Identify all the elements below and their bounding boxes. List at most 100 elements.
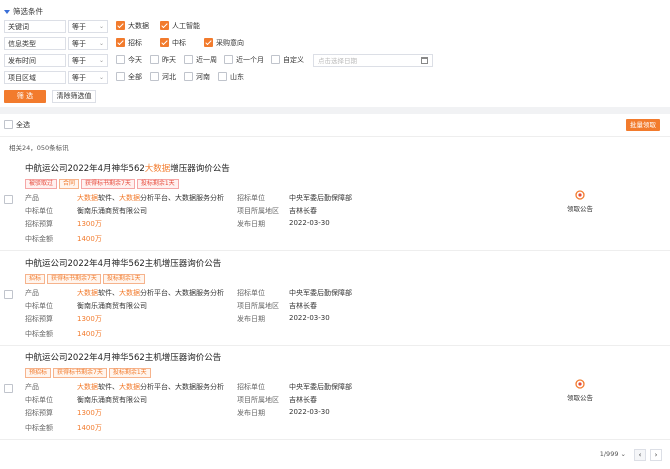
field-select-region[interactable]: 项目区域 bbox=[4, 71, 66, 84]
claim-button[interactable]: 领取公告 bbox=[562, 379, 598, 402]
clear-filter-button[interactable]: 清除筛选值 bbox=[52, 90, 96, 103]
checkbox[interactable] bbox=[184, 71, 193, 81]
operator-label: 等于 bbox=[72, 23, 86, 31]
item-title[interactable]: 中航运公司2022年4月神华562主机增压器询价公告 bbox=[25, 351, 221, 363]
checkbox-checked[interactable] bbox=[116, 37, 125, 47]
checkbox[interactable] bbox=[116, 54, 125, 64]
option-label: 今天 bbox=[128, 56, 142, 64]
operator-select[interactable]: 等于 ⌄ bbox=[68, 37, 108, 50]
date-label: 发布日期 bbox=[237, 315, 265, 323]
option-ai[interactable]: 人工智能 bbox=[160, 20, 200, 32]
tag: 获得标书剩余7天 bbox=[53, 368, 107, 378]
option-last-month[interactable]: 近一个月 bbox=[224, 54, 264, 66]
option-purchase-intent[interactable]: 采购意向 bbox=[204, 37, 244, 49]
region-value: 吉林长春 bbox=[289, 207, 317, 215]
product-label: 产品 bbox=[25, 383, 39, 391]
page-indicator[interactable]: 1/999 ⌄ bbox=[600, 450, 626, 458]
checkbox[interactable] bbox=[224, 54, 233, 64]
item-title[interactable]: 中航运公司2022年4月神华562主机增压器询价公告 bbox=[25, 257, 221, 269]
unit-value: 中央军委后勤保障部 bbox=[289, 383, 352, 391]
budget-value: 1300万 bbox=[77, 220, 102, 228]
option-won[interactable]: 中标 bbox=[160, 37, 186, 49]
divider bbox=[0, 345, 670, 346]
option-label: 人工智能 bbox=[172, 22, 200, 30]
operator-select[interactable]: 等于 ⌄ bbox=[68, 20, 108, 33]
winner-label: 中标单位 bbox=[25, 207, 53, 215]
option-label: 昨天 bbox=[162, 56, 176, 64]
option-today[interactable]: 今天 bbox=[116, 54, 142, 66]
option-hebei[interactable]: 河北 bbox=[150, 71, 176, 83]
filter-submit-button[interactable]: 筛 选 bbox=[4, 90, 46, 103]
claim-button[interactable]: 领取公告 bbox=[562, 190, 598, 213]
highlight: 大数据 bbox=[119, 383, 140, 391]
product-value: 大数据软件、大数据分析平台、大数据服务分析 bbox=[77, 193, 224, 203]
field-select-publish-time[interactable]: 发布时间 bbox=[4, 54, 66, 67]
chevron-down-icon: ⌄ bbox=[98, 74, 104, 81]
highlight: 大数据 bbox=[119, 194, 140, 202]
operator-label: 等于 bbox=[72, 40, 86, 48]
field-select-keyword[interactable]: 关键词 bbox=[4, 20, 66, 33]
amount-value: 1400万 bbox=[77, 330, 102, 338]
operator-label: 等于 bbox=[72, 74, 86, 82]
tag: 预招标 bbox=[25, 368, 52, 378]
budget-value: 1300万 bbox=[77, 409, 102, 417]
checkbox[interactable] bbox=[184, 54, 193, 64]
claim-label: 领取公告 bbox=[567, 394, 593, 402]
product-label: 产品 bbox=[25, 194, 39, 202]
winner-label: 中标单位 bbox=[25, 302, 53, 310]
option-big-data[interactable]: 大数据 bbox=[116, 20, 149, 32]
region-label: 项目所属地区 bbox=[237, 207, 279, 215]
batch-claim-button[interactable]: 批量领取 bbox=[626, 119, 660, 131]
option-custom[interactable]: 自定义 bbox=[271, 54, 304, 66]
option-yesterday[interactable]: 昨天 bbox=[150, 54, 176, 66]
title-text: 增压器询价公告 bbox=[170, 164, 230, 174]
budget-label: 招标预算 bbox=[25, 220, 53, 228]
unit-value: 中央军委后勤保障部 bbox=[289, 194, 352, 202]
tag-list: 预招标 获得标书剩余7天 投标剩余1天 bbox=[25, 368, 153, 379]
highlight: 大数据 bbox=[119, 289, 140, 297]
checkbox[interactable] bbox=[150, 54, 159, 64]
operator-select[interactable]: 等于 ⌄ bbox=[68, 54, 108, 67]
region-label: 项目所属地区 bbox=[237, 302, 279, 310]
checkbox[interactable] bbox=[271, 54, 280, 64]
option-last-week[interactable]: 近一周 bbox=[184, 54, 217, 66]
row-checkbox[interactable] bbox=[4, 195, 13, 204]
amount-label: 中标金额 bbox=[25, 330, 53, 338]
checkbox[interactable] bbox=[4, 119, 13, 129]
result-item[interactable]: 中航运公司2022年4月神华562主机增压器询价公告 招标 获得标书剩余7天 投标剩… bbox=[0, 257, 670, 345]
next-page-button[interactable]: › bbox=[650, 449, 662, 461]
option-label: 大数据 bbox=[128, 22, 149, 30]
option-all[interactable]: 全部 bbox=[116, 71, 142, 83]
text: 分析平台、大数据服务分析 bbox=[140, 194, 224, 202]
option-shandong[interactable]: 山东 bbox=[218, 71, 244, 83]
checkbox-checked[interactable] bbox=[116, 20, 125, 30]
checkbox-checked[interactable] bbox=[160, 37, 169, 47]
text: 软件、 bbox=[98, 194, 119, 202]
filter-toggle[interactable]: 筛选条件 bbox=[4, 6, 43, 17]
product-value: 大数据软件、大数据分析平台、大数据服务分析 bbox=[77, 382, 224, 392]
checkbox[interactable] bbox=[150, 71, 159, 81]
date-value: 2022-03-30 bbox=[289, 314, 330, 322]
select-all[interactable]: 全选 bbox=[4, 119, 30, 130]
result-item[interactable]: 中航运公司2022年4月神华562大数据增压器询价公告 被驳取过 合同 获得标书剩余… bbox=[0, 162, 670, 250]
row-checkbox[interactable] bbox=[4, 384, 13, 393]
date-value: 2022-03-30 bbox=[289, 408, 330, 416]
option-bidding[interactable]: 招标 bbox=[116, 37, 142, 49]
checkbox[interactable] bbox=[116, 71, 125, 81]
field-select-info-type[interactable]: 信息类型 bbox=[4, 37, 66, 50]
checkbox-checked[interactable] bbox=[160, 20, 169, 30]
title-text: 中航运公司2022年4月神华562 bbox=[25, 164, 145, 174]
result-count: 相关24，050条标讯 bbox=[9, 144, 69, 152]
row-checkbox[interactable] bbox=[4, 290, 13, 299]
result-item[interactable]: 中航运公司2022年4月神华562主机增压器询价公告 预招标 获得标书剩余7天 投标… bbox=[0, 351, 670, 439]
caret-down-icon bbox=[4, 10, 10, 14]
checkbox-checked[interactable] bbox=[204, 37, 213, 47]
operator-select[interactable]: 等于 ⌄ bbox=[68, 71, 108, 84]
prev-page-button[interactable]: ‹ bbox=[634, 449, 646, 461]
option-henan[interactable]: 河南 bbox=[184, 71, 210, 83]
item-title[interactable]: 中航运公司2022年4月神华562大数据增压器询价公告 bbox=[25, 162, 230, 174]
checkbox[interactable] bbox=[218, 71, 227, 81]
winner-value: 衡南乐涌商贸有限公司 bbox=[77, 396, 147, 404]
date-picker-input[interactable]: 点击选择日期 bbox=[313, 54, 433, 67]
claim-icon bbox=[575, 190, 585, 200]
